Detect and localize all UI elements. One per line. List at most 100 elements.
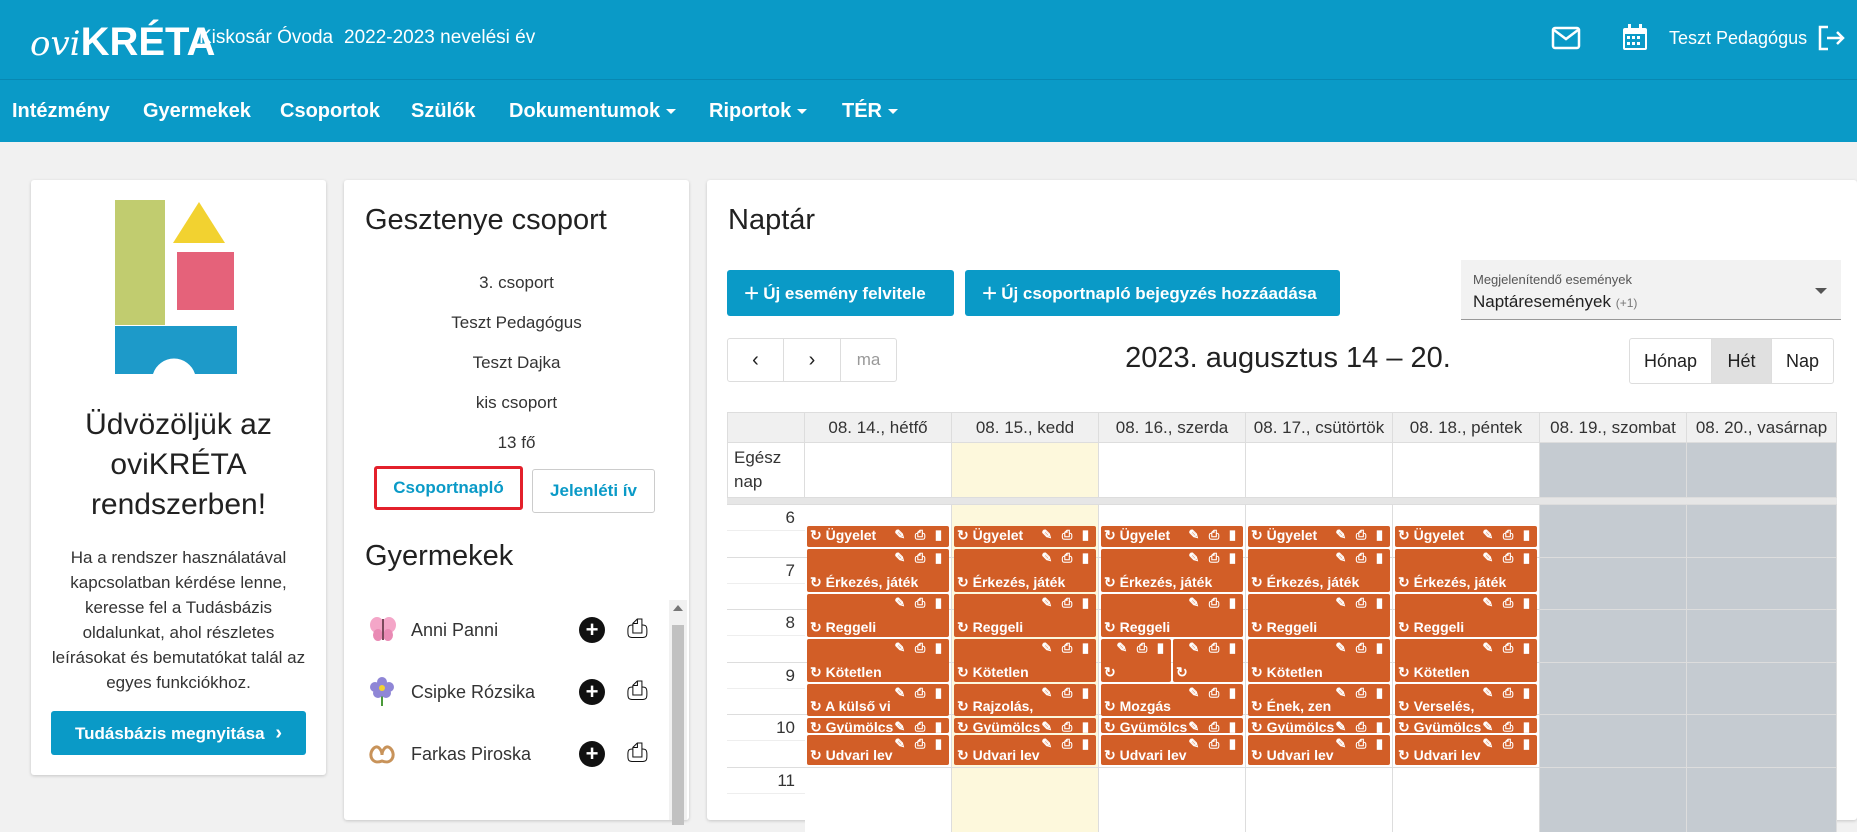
- calendar-event[interactable]: ↻ A külső vi ✎ ⎙ ▮: [807, 684, 949, 716]
- event-filter-select[interactable]: Megjelenítendő események Naptáresemények…: [1461, 260, 1841, 320]
- nav-riportok[interactable]: Riportok: [709, 100, 808, 123]
- event-actions-icons[interactable]: ✎ ⎙ ▮: [1041, 595, 1092, 611]
- event-actions-icons[interactable]: ✎ ⎙ ▮: [1041, 550, 1092, 566]
- new-event-button[interactable]: + Új esemény felvitele: [727, 270, 954, 316]
- calendar-event[interactable]: ↻ Mozgás ✎ ⎙ ▮: [1101, 684, 1243, 716]
- event-actions-icons[interactable]: ✎ ⎙ ▮: [1335, 595, 1386, 611]
- calendar-event[interactable]: ↻ Gyümölcs ✎ ⎙ ▮: [1248, 718, 1390, 733]
- calendar-event[interactable]: ↻ Ügyelet ✎ ⎙ ▮: [1395, 526, 1537, 547]
- event-actions-icons[interactable]: ✎ ⎙ ▮: [894, 640, 945, 656]
- calendar-event[interactable]: ↻ Kötetlen ✎ ⎙ ▮: [807, 639, 949, 682]
- calendar-event[interactable]: ↻ Gyümölcs ✎ ⎙ ▮: [807, 718, 949, 733]
- event-actions-icons[interactable]: ✎ ⎙ ▮: [1335, 550, 1386, 566]
- allday-cell[interactable]: [1246, 443, 1393, 498]
- calendar-event[interactable]: ↻ Gyümölcs ✎ ⎙ ▮: [954, 718, 1096, 733]
- event-actions-icons[interactable]: ✎ ⎙ ▮: [1188, 527, 1239, 543]
- calendar-event[interactable]: ↻ Udvari lev ✎ ⎙ ▮: [1248, 735, 1390, 765]
- new-journal-entry-button[interactable]: + Új csoportnapló bejegyzés hozzáadása: [965, 270, 1340, 316]
- calendar-event[interactable]: ↻ Rajzolás, ✎ ⎙ ▮: [954, 684, 1096, 716]
- calendar-event[interactable]: ↻ Ügyelet ✎ ⎙ ▮: [807, 526, 949, 547]
- event-actions-icons[interactable]: ✎ ⎙ ▮: [1041, 736, 1092, 752]
- allday-cell[interactable]: [805, 443, 952, 498]
- event-actions-icons[interactable]: ✎ ⎙ ▮: [894, 685, 945, 701]
- event-actions-icons[interactable]: ✎ ⎙ ▮: [1188, 719, 1239, 733]
- event-actions-icons[interactable]: ✎ ⎙ ▮: [1188, 640, 1239, 656]
- event-actions-icons[interactable]: ✎ ⎙ ▮: [1188, 736, 1239, 752]
- event-actions-icons[interactable]: ✎ ⎙ ▮: [1482, 595, 1533, 611]
- calendar-event[interactable]: ↻ Érkezés, játék ✎ ⎙ ▮: [1101, 549, 1243, 592]
- event-actions-icons[interactable]: ✎ ⎙ ▮: [1041, 685, 1092, 701]
- calendar-event[interactable]: ↻ Érkezés, játék ✎ ⎙ ▮: [954, 549, 1096, 592]
- event-actions-icons[interactable]: ✎ ⎙ ▮: [1482, 685, 1533, 701]
- calendar-event[interactable]: ↻ Ügyelet ✎ ⎙ ▮: [1101, 526, 1243, 547]
- next-week-button[interactable]: ›: [784, 339, 841, 381]
- list-item[interactable]: Anni Panni + ⎙: [364, 610, 654, 650]
- calendar-event[interactable]: ↻ Ügyelet ✎ ⎙ ▮: [954, 526, 1096, 547]
- calendar-icon[interactable]: [1619, 22, 1651, 54]
- calendar-event[interactable]: ↻ Reggeli ✎ ⎙ ▮: [1248, 594, 1390, 637]
- calendar-event[interactable]: ↻ Udvari lev ✎ ⎙ ▮: [1395, 735, 1537, 765]
- event-actions-icons[interactable]: ✎ ⎙ ▮: [1041, 640, 1092, 656]
- event-actions-icons[interactable]: ✎ ⎙ ▮: [1482, 736, 1533, 752]
- add-icon[interactable]: +: [579, 741, 605, 767]
- calendar-event[interactable]: ↻ Kötetlen ✎ ⎙ ▮: [1248, 639, 1390, 682]
- calendar-event[interactable]: ↻ Udvari lev ✎ ⎙ ▮: [1101, 735, 1243, 765]
- calendar-event[interactable]: ↻ Érkezés, játék ✎ ⎙ ▮: [807, 549, 949, 592]
- allday-cell[interactable]: [1393, 443, 1540, 498]
- calendar-event[interactable]: ↻ Reggeli ✎ ⎙ ▮: [954, 594, 1096, 637]
- calendar-event[interactable]: ↻ Gyümölcs ✎ ⎙ ▮: [1101, 718, 1243, 733]
- nav-ter[interactable]: TÉR: [842, 100, 898, 123]
- mail-icon[interactable]: [1550, 22, 1582, 54]
- attendance-sheet-button[interactable]: Jelenléti ív: [532, 469, 655, 513]
- nav-intezmeny[interactable]: Intézmény: [12, 100, 110, 123]
- nav-csoportok[interactable]: Csoportok: [280, 100, 380, 123]
- allday-cell[interactable]: [1540, 443, 1687, 498]
- prev-week-button[interactable]: ‹: [728, 339, 784, 381]
- app-logo[interactable]: oviKRÉTA: [30, 20, 215, 65]
- calendar-event[interactable]: ↻ Kötetlen ✎ ⎙ ▮: [954, 639, 1096, 682]
- children-scrollbar[interactable]: [669, 600, 687, 825]
- event-actions-icons[interactable]: ✎ ⎙ ▮: [1335, 527, 1386, 543]
- list-item[interactable]: Csipke Rózsika + ⎙: [364, 672, 654, 712]
- calendar-event[interactable]: ↻ Gyümölcs ✎ ⎙ ▮: [1395, 718, 1537, 733]
- calendar-event[interactable]: ↻ Reggeli ✎ ⎙ ▮: [1395, 594, 1537, 637]
- event-actions-icons[interactable]: ✎ ⎙ ▮: [1116, 640, 1167, 656]
- calendar-event[interactable]: ↻ Érkezés, játék ✎ ⎙ ▮: [1395, 549, 1537, 592]
- calendar-event[interactable]: ↻ Udvari lev ✎ ⎙ ▮: [807, 735, 949, 765]
- day-column[interactable]: [1687, 504, 1837, 832]
- event-actions-icons[interactable]: ✎ ⎙ ▮: [1335, 736, 1386, 752]
- calendar-event[interactable]: ↻ Verselés, ✎ ⎙ ▮: [1395, 684, 1537, 716]
- nav-gyermekek[interactable]: Gyermekek: [143, 100, 251, 123]
- allday-cell[interactable]: [1687, 443, 1837, 498]
- event-actions-icons[interactable]: ✎ ⎙ ▮: [1482, 719, 1533, 733]
- list-item[interactable]: Farkas Piroska + ⎙: [364, 734, 654, 774]
- calendar-event[interactable]: ↻ ✎ ⎙ ▮: [1101, 639, 1171, 682]
- scroll-thumb[interactable]: [672, 625, 684, 825]
- knowledge-base-button[interactable]: Tudásbázis megnyitása ›: [51, 711, 306, 755]
- group-journal-button[interactable]: Csoportnapló: [374, 466, 523, 510]
- add-icon[interactable]: +: [579, 617, 605, 643]
- calendar-event[interactable]: ↻ Udvari lev ✎ ⎙ ▮: [954, 735, 1096, 765]
- calendar-event[interactable]: ↻ Ének, zen ✎ ⎙ ▮: [1248, 684, 1390, 716]
- user-name[interactable]: Teszt Pedagógus: [1669, 28, 1807, 49]
- attachment-icon[interactable]: ⎙: [627, 737, 648, 769]
- allday-cell[interactable]: [952, 443, 1099, 498]
- add-icon[interactable]: +: [579, 679, 605, 705]
- day-column[interactable]: [1540, 504, 1687, 832]
- nav-szulok[interactable]: Szülők: [411, 100, 475, 123]
- event-actions-icons[interactable]: ✎ ⎙ ▮: [1188, 685, 1239, 701]
- event-actions-icons[interactable]: ✎ ⎙ ▮: [1482, 527, 1533, 543]
- calendar-event[interactable]: ↻ Reggeli ✎ ⎙ ▮: [807, 594, 949, 637]
- event-actions-icons[interactable]: ✎ ⎙ ▮: [1482, 640, 1533, 656]
- event-actions-icons[interactable]: ✎ ⎙ ▮: [894, 550, 945, 566]
- logout-icon[interactable]: [1816, 23, 1846, 53]
- event-actions-icons[interactable]: ✎ ⎙ ▮: [1335, 640, 1386, 656]
- attachment-icon[interactable]: ⎙: [627, 675, 648, 707]
- event-actions-icons[interactable]: ✎ ⎙ ▮: [1041, 527, 1092, 543]
- event-actions-icons[interactable]: ✎ ⎙ ▮: [894, 527, 945, 543]
- event-actions-icons[interactable]: ✎ ⎙ ▮: [894, 595, 945, 611]
- calendar-event[interactable]: ↻ Ügyelet ✎ ⎙ ▮: [1248, 526, 1390, 547]
- event-actions-icons[interactable]: ✎ ⎙ ▮: [1335, 719, 1386, 733]
- view-week-button[interactable]: Hét: [1712, 339, 1772, 383]
- event-actions-icons[interactable]: ✎ ⎙ ▮: [1188, 550, 1239, 566]
